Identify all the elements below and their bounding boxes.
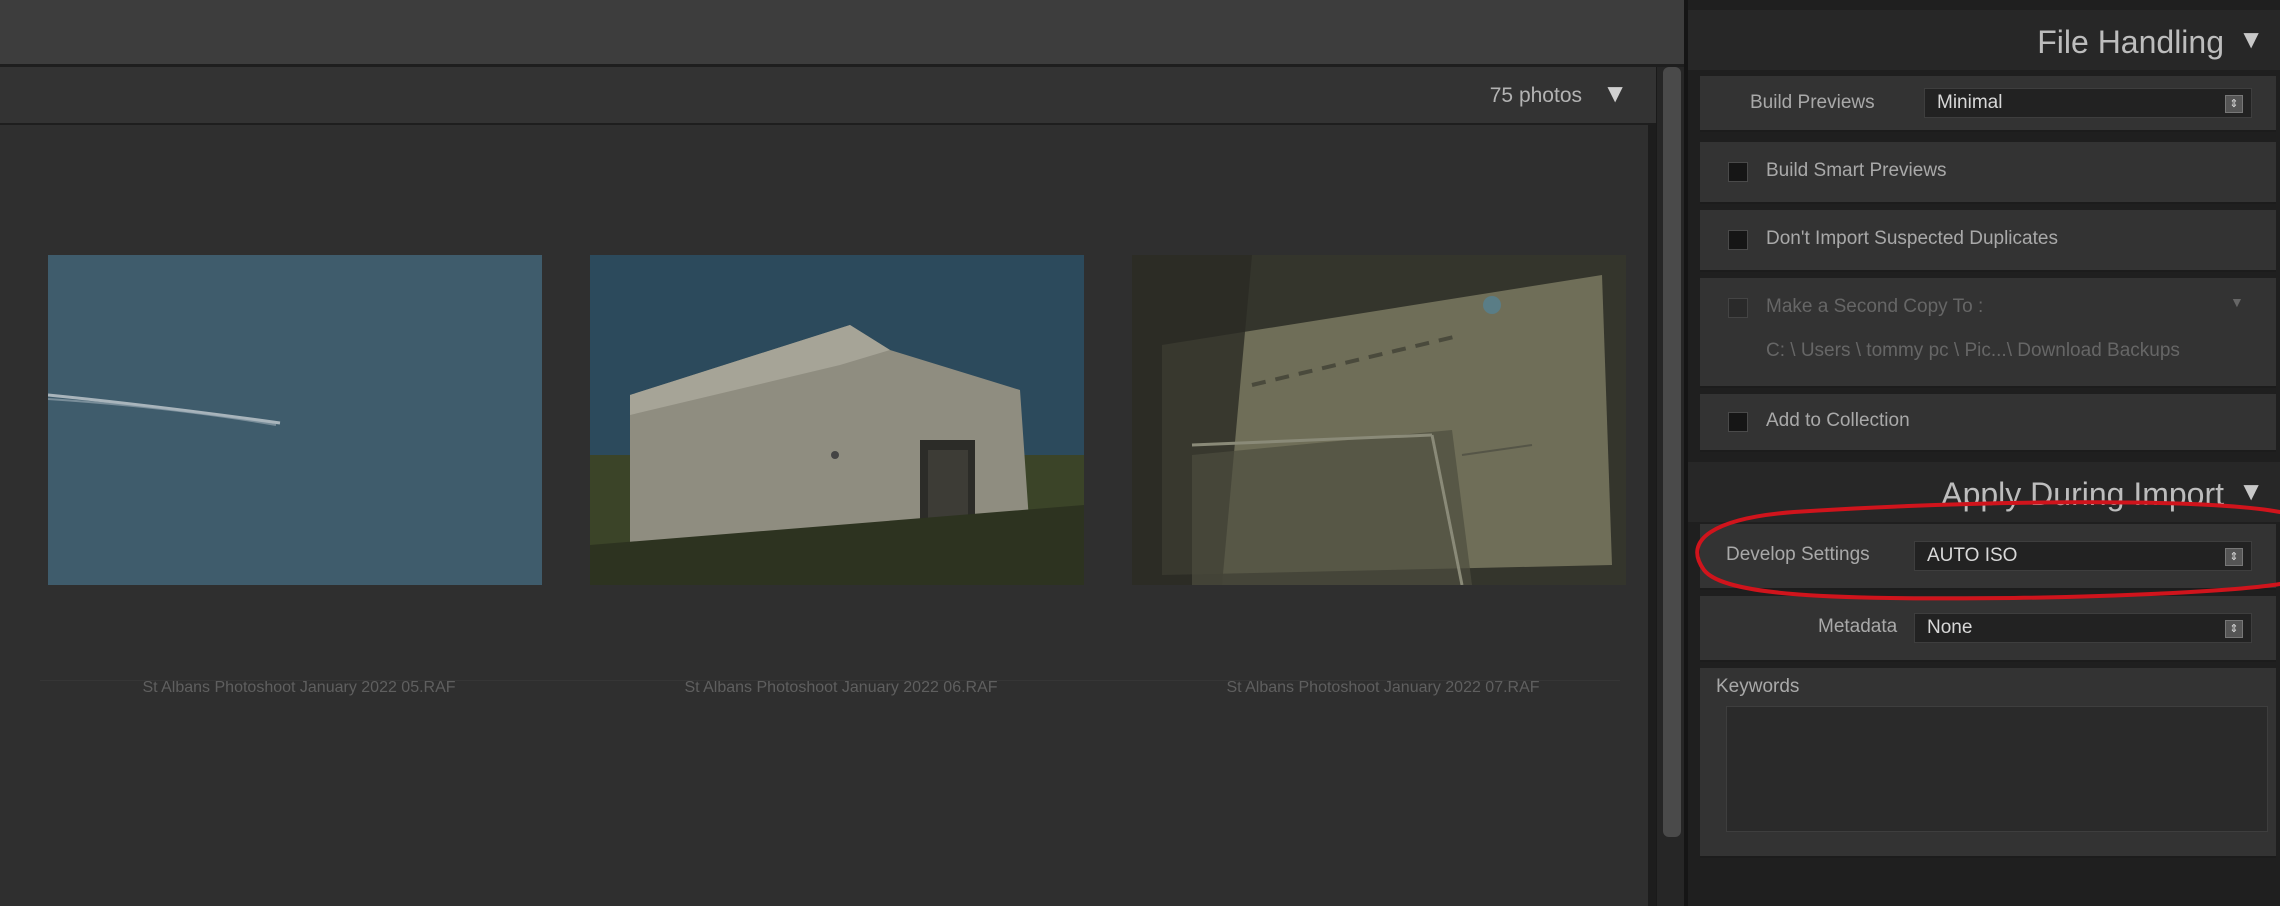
grid-cell[interactable]: St Albans Photoshoot January 2022 06.RAF: [570, 225, 1112, 715]
dont-import-duplicates-label: Don't Import Suspected Duplicates: [1766, 228, 2058, 249]
metadata-select[interactable]: None ⇕: [1914, 613, 2252, 643]
select-spinner-icon: ⇕: [2225, 548, 2243, 566]
develop-settings-row: Develop Settings AUTO ISO ⇕: [1700, 524, 2276, 590]
grid-top-strip: [0, 0, 1684, 67]
sort-caret-icon[interactable]: ▼: [1602, 78, 1628, 109]
add-to-collection-row: Add to Collection: [1700, 394, 2276, 452]
develop-settings-select[interactable]: AUTO ISO ⇕: [1914, 541, 2252, 571]
develop-settings-label: Develop Settings: [1726, 544, 1870, 565]
build-previews-row: Build Previews Minimal ⇕: [1700, 76, 2276, 132]
collapse-caret-icon[interactable]: ▼: [2238, 476, 2264, 507]
grid-cell[interactable]: St Albans Photoshoot January 2022 05.RAF: [28, 225, 570, 715]
build-smart-previews-checkbox[interactable]: [1728, 162, 1748, 182]
keywords-row: Keywords: [1700, 668, 2276, 858]
collapse-caret-icon[interactable]: ▼: [2238, 24, 2264, 55]
add-to-collection-checkbox[interactable]: [1728, 412, 1748, 432]
photo-filename: St Albans Photoshoot January 2022 07.RAF: [1226, 679, 1540, 696]
apply-during-import-header[interactable]: Apply During Import ▼: [1688, 462, 2280, 522]
add-to-collection-label: Add to Collection: [1766, 410, 1910, 431]
photo-filename: St Albans Photoshoot January 2022 06.RAF: [684, 679, 998, 696]
build-previews-select[interactable]: Minimal ⇕: [1924, 88, 2252, 118]
keywords-label: Keywords: [1716, 676, 1800, 697]
build-previews-value: Minimal: [1937, 92, 2003, 113]
file-handling-title: File Handling: [2037, 24, 2224, 60]
grid-scrollbar[interactable]: [1656, 67, 1685, 906]
grid-cell[interactable]: St Albans Photoshoot January 2022 07.RAF: [1112, 225, 1654, 715]
second-copy-row: Make a Second Copy To : ▼ C: \ Users \ t…: [1700, 278, 2276, 388]
photo-grid-area: 75 photos ▼ St Albans Photoshoot January…: [0, 0, 1685, 906]
develop-settings-value: AUTO ISO: [1927, 545, 2018, 566]
grid-body: St Albans Photoshoot January 2022 05.RAF…: [0, 125, 1656, 906]
keywords-input[interactable]: [1726, 706, 2268, 832]
scrollbar-thumb[interactable]: [1663, 67, 1681, 837]
metadata-label: Metadata: [1818, 616, 1898, 637]
second-copy-path[interactable]: C: \ Users \ tommy pc \ Pic...\ Download…: [1766, 340, 2180, 362]
second-copy-label: Make a Second Copy To :: [1766, 296, 1984, 317]
import-settings-panel: File Handling ▼ Build Previews Minimal ⇕…: [1684, 0, 2280, 906]
metadata-value: None: [1927, 617, 1973, 638]
sky-contrail-photo[interactable]: [48, 255, 542, 585]
grid-border: [1648, 123, 1656, 906]
metadata-row: Metadata None ⇕: [1700, 596, 2276, 662]
file-handling-header[interactable]: File Handling ▼: [1688, 10, 2280, 70]
grid-row-divider: [40, 680, 1620, 681]
dont-import-duplicates-row: Don't Import Suspected Duplicates: [1700, 210, 2276, 272]
apply-during-import-title: Apply During Import: [1941, 476, 2224, 512]
build-smart-previews-label: Build Smart Previews: [1766, 160, 1947, 181]
select-spinner-icon: ⇕: [2225, 95, 2243, 113]
dont-import-duplicates-checkbox[interactable]: [1728, 230, 1748, 250]
second-copy-checkbox[interactable]: [1728, 298, 1748, 318]
white-building-photo[interactable]: [590, 255, 1084, 585]
photo-filename: St Albans Photoshoot January 2022 05.RAF: [142, 679, 456, 696]
photo-count: 75 photos: [1489, 84, 1582, 107]
grid-toolbar: 75 photos ▼: [0, 67, 1656, 125]
build-previews-label: Build Previews: [1750, 92, 1875, 113]
chevron-down-icon[interactable]: ▼: [2230, 294, 2244, 310]
welcome-wall-photo[interactable]: [1132, 255, 1626, 585]
select-spinner-icon: ⇕: [2225, 620, 2243, 638]
build-smart-previews-row: Build Smart Previews: [1700, 142, 2276, 204]
